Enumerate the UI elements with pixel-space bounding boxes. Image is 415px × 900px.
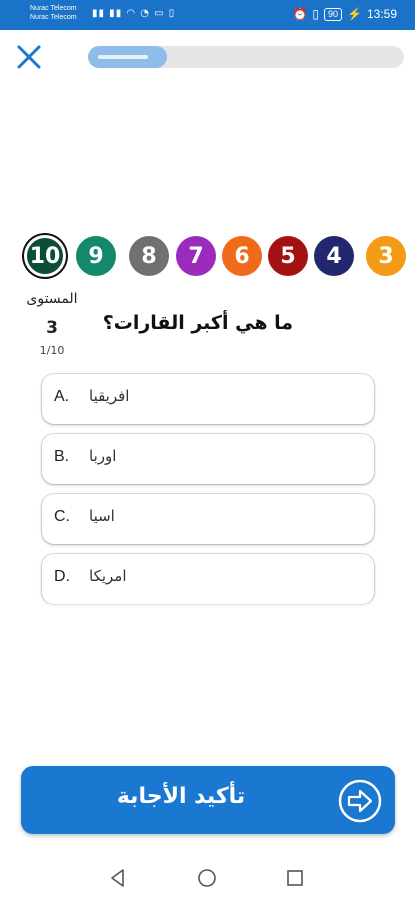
answer-letter: B. — [54, 448, 70, 465]
vibrate-icon: ▯ — [312, 7, 319, 21]
question-counter: 1/10 — [39, 344, 65, 357]
level-value: 3 — [46, 318, 58, 338]
answer-text: اسيا — [89, 507, 115, 525]
alarm-icon: ⏰ — [292, 7, 308, 21]
level-circle-5[interactable]: 5 — [268, 236, 308, 276]
answer-letter: A. — [54, 388, 70, 405]
carrier-name-1: Nurac Telecom — [30, 5, 77, 12]
level-circle-7[interactable]: 7 — [176, 236, 216, 276]
answers-fade — [36, 596, 380, 612]
answer-option-a[interactable]: A. افريقيا — [42, 374, 374, 424]
level-label: المستوى — [26, 291, 78, 307]
answer-text: افريقيا — [89, 387, 130, 405]
confirm-answer-label: تأكيد الأجابة — [116, 784, 246, 809]
answer-list: A. افريقيا B. اوربا C. اسيا D. امريكا — [42, 374, 374, 614]
level-circle-6[interactable]: 6 — [222, 236, 262, 276]
system-nav-bar — [0, 852, 415, 900]
level-circle-9[interactable]: 9 — [76, 236, 116, 276]
battery-indicator: 90 — [324, 7, 343, 21]
answer-letter: C. — [54, 508, 70, 525]
quiz-progress-bar — [88, 46, 404, 68]
question-text: ما هي أكبر القارات؟ — [102, 312, 293, 334]
home-icon[interactable] — [197, 868, 217, 888]
back-icon[interactable] — [108, 868, 128, 888]
answer-option-c[interactable]: C. اسيا — [42, 494, 374, 544]
confirm-answer-button[interactable]: تأكيد الأجابة — [21, 766, 395, 834]
clock: 13:59 — [366, 7, 397, 21]
level-circle-8[interactable]: 8 — [129, 236, 169, 276]
answer-text: اوربا — [89, 447, 117, 465]
quiz-progress-fill — [88, 46, 167, 68]
carrier-name-2: Nurac Telecom — [30, 14, 77, 21]
answer-text: امريكا — [89, 567, 127, 585]
answer-letter: D. — [54, 568, 70, 585]
progress-highlight — [98, 55, 148, 59]
close-icon — [17, 45, 41, 69]
charging-icon: ⚡ — [347, 7, 362, 21]
level-circle-10[interactable]: 10 — [24, 235, 66, 277]
recent-apps-icon[interactable] — [286, 869, 304, 887]
arrow-right-circle-icon — [338, 779, 382, 823]
signal-icons: ▮▮ ▮▮ ◠ ◔ ▭ ▯ — [92, 8, 176, 19]
level-selector: 10 9 8 7 6 5 4 3 — [0, 235, 415, 280]
status-bar: Nurac Telecom Nurac Telecom ▮▮ ▮▮ ◠ ◔ ▭ … — [0, 0, 415, 30]
level-circle-3[interactable]: 3 — [366, 236, 406, 276]
close-button[interactable] — [14, 42, 44, 72]
level-circle-4[interactable]: 4 — [314, 236, 354, 276]
status-right: ⏰ ▯ 90 ⚡ 13:59 — [292, 7, 397, 21]
answer-option-b[interactable]: B. اوربا — [42, 434, 374, 484]
